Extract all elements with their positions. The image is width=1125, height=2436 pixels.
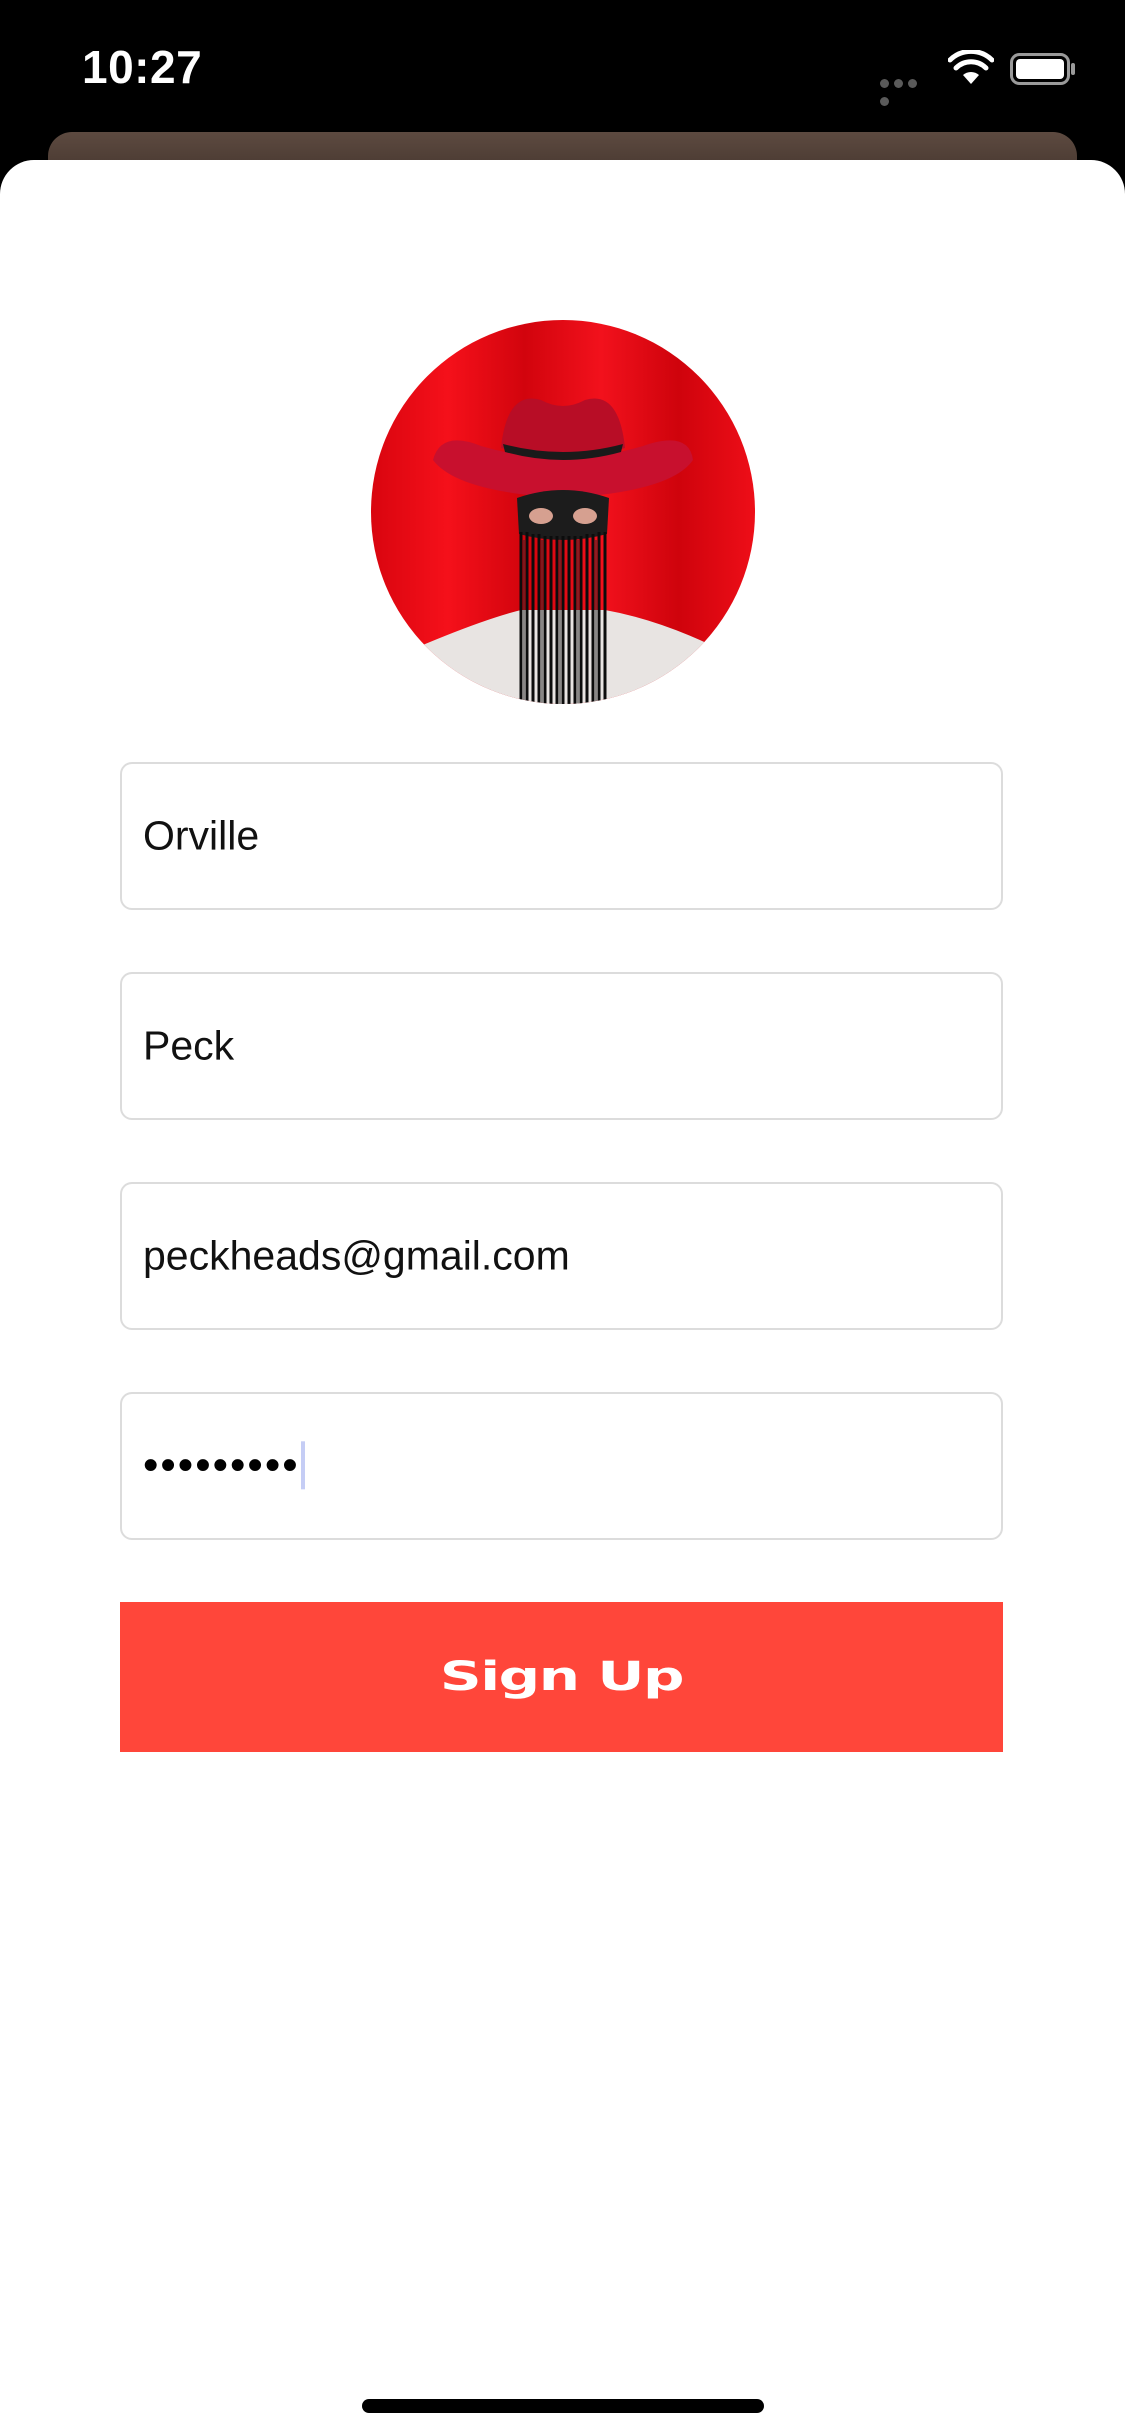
wifi-icon [948, 50, 994, 84]
signup-sheet: Orville Peck peckheads@gmail.com •••••••… [0, 160, 1125, 2436]
email-field[interactable]: peckheads@gmail.com [120, 1182, 1003, 1330]
screen: 10:27 Orville Peck peckheads@gmail.com •… [0, 0, 1125, 2436]
password-mask: ••••••••• [143, 1440, 300, 1490]
text-caret [300, 1441, 305, 1490]
email-value: peckheads@gmail.com [143, 1232, 570, 1279]
password-field[interactable]: ••••••••• [120, 1392, 1003, 1540]
status-time: 10:27 [82, 41, 203, 93]
last-name-field[interactable]: Peck [120, 972, 1003, 1120]
profile-avatar[interactable] [371, 320, 755, 704]
status-bar: 10:27 [0, 0, 1125, 140]
sign-up-label: Sign Up [439, 1654, 685, 1700]
first-name-value: Orville [143, 812, 260, 859]
home-indicator[interactable] [362, 2399, 764, 2413]
cellular-signal-icon [880, 75, 934, 106]
sign-up-button[interactable]: Sign Up [120, 1602, 1003, 1752]
first-name-field[interactable]: Orville [120, 762, 1003, 910]
battery-icon [1010, 53, 1075, 85]
last-name-value: Peck [143, 1022, 235, 1069]
password-value: ••••••••• [143, 1440, 305, 1491]
avatar-photo [371, 320, 755, 704]
